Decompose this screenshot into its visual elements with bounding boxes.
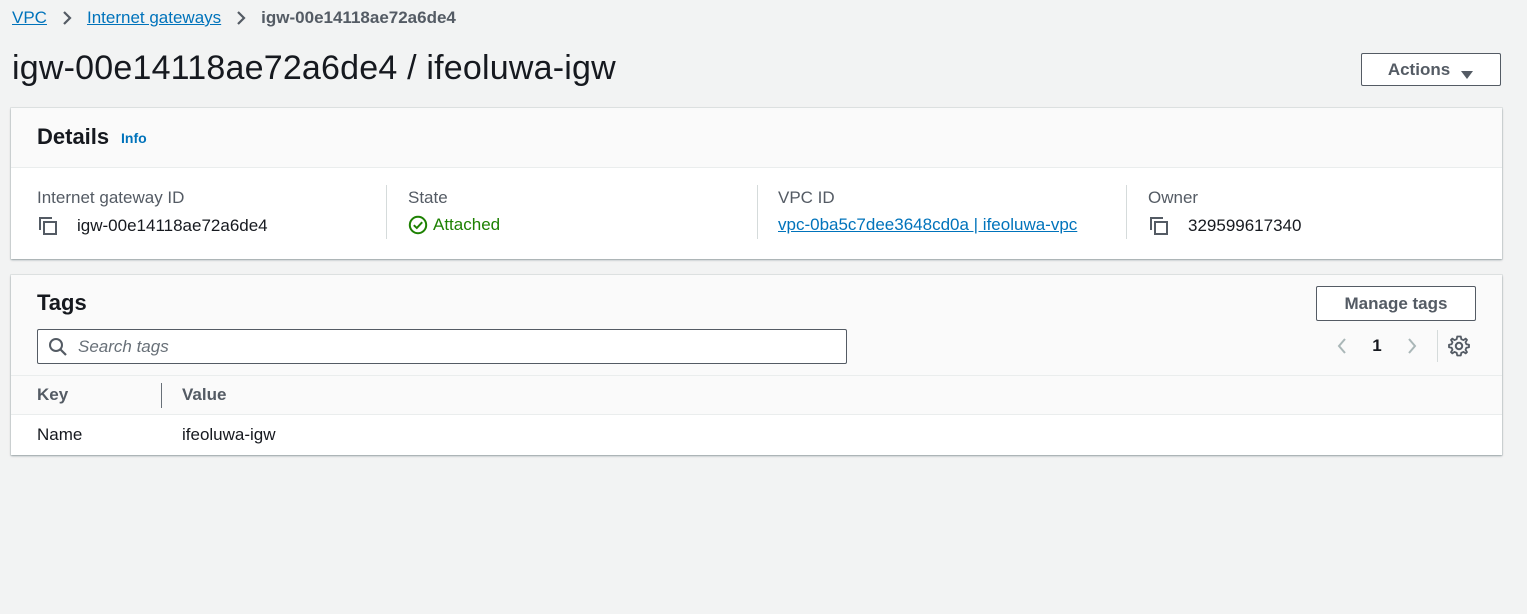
- column-divider[interactable]: [161, 383, 162, 408]
- detail-internet-gateway-id: Internet gateway ID igw-00e14118ae72a6de…: [37, 185, 387, 239]
- pager-divider: [1437, 330, 1438, 362]
- detail-label: State: [408, 188, 448, 207]
- copy-icon[interactable]: [37, 215, 59, 237]
- check-circle-icon: [408, 215, 428, 235]
- search-icon: [48, 337, 68, 357]
- detail-owner: Owner 329599617340: [1148, 185, 1478, 239]
- detail-value: vpc-0ba5c7dee3648cd0a | ifeoluwa-vpc: [778, 215, 1077, 235]
- detail-value: 329599617340: [1148, 215, 1301, 237]
- actions-button[interactable]: Actions: [1361, 53, 1501, 86]
- search-tags-input[interactable]: [78, 333, 838, 360]
- breadcrumb-current: igw-00e14118ae72a6de4: [261, 8, 456, 27]
- copy-icon[interactable]: [1148, 215, 1170, 237]
- gear-icon[interactable]: [1448, 335, 1470, 357]
- detail-value: igw-00e14118ae72a6de4: [37, 215, 268, 237]
- table-row: Name ifeoluwa-igw: [11, 416, 1502, 455]
- page-number[interactable]: 1: [1355, 336, 1399, 356]
- pagination: 1: [1329, 330, 1470, 362]
- tags-panel: Tags Manage tags 1: [11, 275, 1502, 455]
- details-panel: Details Info Internet gateway ID igw-00e…: [11, 108, 1502, 259]
- tag-key-cell: Name: [37, 425, 83, 444]
- internet-gateway-id-value: igw-00e14118ae72a6de4: [77, 216, 268, 235]
- tags-title: Tags: [37, 290, 87, 315]
- tags-table-header: Key Value: [11, 376, 1502, 415]
- column-header-value[interactable]: Value: [182, 385, 226, 405]
- page-title: igw-00e14118ae72a6de4 / ifeoluwa-igw: [12, 49, 616, 87]
- details-grid: Internet gateway ID igw-00e14118ae72a6de…: [11, 169, 1502, 259]
- manage-tags-button[interactable]: Manage tags: [1316, 286, 1476, 321]
- detail-vpc-id: VPC ID vpc-0ba5c7dee3648cd0a | ifeoluwa-…: [778, 185, 1127, 239]
- chevron-left-icon[interactable]: [1329, 333, 1355, 359]
- detail-state: State Attached: [408, 185, 758, 239]
- detail-label: Owner: [1148, 188, 1199, 207]
- chevron-right-icon: [47, 7, 87, 29]
- chevron-right-icon: [221, 7, 261, 29]
- state-value: Attached: [433, 215, 501, 234]
- details-header: Details Info: [11, 108, 1502, 168]
- detail-label: VPC ID: [778, 188, 835, 207]
- breadcrumb: VPC Internet gateways igw-00e14118ae72a6…: [12, 7, 456, 29]
- tags-header: Tags Manage tags 1: [11, 275, 1502, 376]
- actions-button-label: Actions: [1387, 59, 1451, 79]
- chevron-right-icon[interactable]: [1399, 333, 1425, 359]
- owner-value: 329599617340: [1188, 216, 1302, 235]
- breadcrumb-vpc-link[interactable]: VPC: [12, 8, 47, 28]
- vpc-id-link[interactable]: vpc-0ba5c7dee3648cd0a | ifeoluwa-vpc: [778, 215, 1077, 235]
- caret-down-icon: [1460, 65, 1474, 79]
- detail-label: Internet gateway ID: [37, 188, 185, 207]
- column-header-key[interactable]: Key: [37, 385, 68, 405]
- breadcrumb-internet-gateways-link[interactable]: Internet gateways: [87, 8, 221, 28]
- info-link[interactable]: Info: [121, 130, 147, 146]
- detail-value: Attached: [408, 215, 500, 235]
- tag-value-cell: ifeoluwa-igw: [182, 425, 276, 444]
- details-title: Details: [37, 124, 110, 149]
- page: VPC Internet gateways igw-00e14118ae72a6…: [0, 0, 1527, 614]
- search-tags-box[interactable]: [37, 329, 847, 364]
